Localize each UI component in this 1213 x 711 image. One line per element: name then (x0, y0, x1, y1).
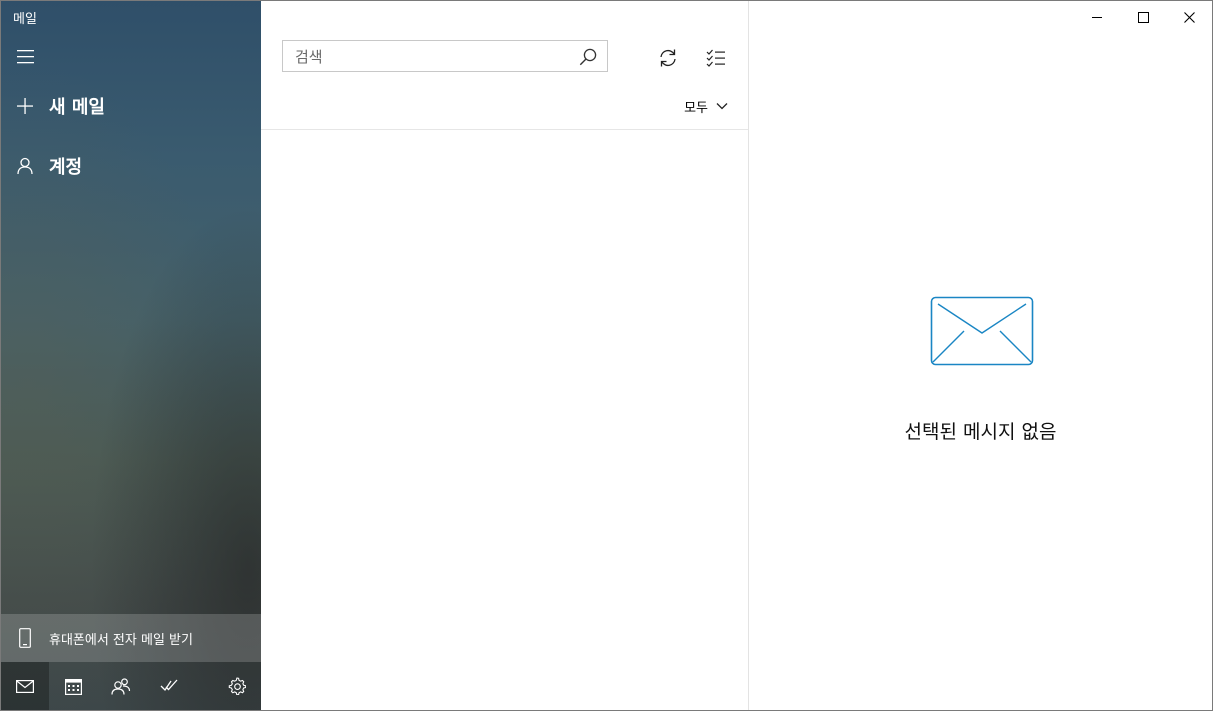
close-icon (1183, 11, 1195, 23)
get-mail-on-phone-button[interactable]: 휴대폰에서 전자 메일 받기 (1, 614, 261, 662)
settings-nav-button[interactable] (213, 662, 261, 710)
mail-icon (16, 679, 34, 693)
hamburger-menu-button[interactable] (10, 43, 42, 71)
search-box (282, 40, 608, 73)
new-mail-button[interactable]: 새 메일 (1, 82, 261, 130)
envelope-icon (930, 296, 1034, 370)
hamburger-icon (17, 50, 34, 64)
new-mail-label: 새 메일 (49, 97, 105, 118)
todo-nav-button[interactable] (145, 662, 193, 710)
filter-dropdown[interactable]: 모두 (684, 95, 728, 117)
plus-icon (1, 97, 49, 115)
accounts-label: 계정 (49, 157, 83, 178)
phone-promo-label: 휴대폰에서 전자 메일 받기 (49, 632, 193, 648)
mail-window: 메일 새 메일 계정 휴대폰에서 전자 메일 받기 검색 모두 선택된 메시지 … (0, 0, 1213, 711)
mail-nav-button[interactable] (1, 662, 49, 710)
maximize-icon (1137, 11, 1149, 23)
search-button[interactable] (577, 46, 599, 68)
reading-pane: 선택된 메시지 없음 (749, 1, 1212, 710)
minimize-button[interactable] (1074, 1, 1120, 33)
accounts-button[interactable]: 계정 (1, 142, 261, 190)
no-message-selected-text: 선택된 메시지 없음 (904, 421, 1057, 443)
sidebar: 메일 새 메일 계정 휴대폰에서 전자 메일 받기 (1, 1, 261, 710)
maximize-button[interactable] (1120, 1, 1166, 33)
selection-mode-button[interactable] (701, 43, 731, 73)
sync-icon (660, 49, 676, 67)
sync-button[interactable] (653, 43, 683, 73)
message-list-pane: 모두 (261, 1, 749, 710)
calendar-icon (64, 678, 82, 695)
phone-icon (1, 628, 49, 648)
search-icon (579, 48, 597, 66)
list-divider (261, 129, 748, 130)
checklist-icon (706, 49, 725, 67)
app-title: 메일 (13, 12, 37, 27)
search-input[interactable] (293, 41, 577, 73)
minimize-icon (1092, 17, 1102, 18)
people-nav-button[interactable] (97, 662, 145, 710)
chevron-down-icon (716, 103, 728, 110)
filter-label: 모두 (684, 100, 708, 116)
calendar-nav-button[interactable] (49, 662, 97, 710)
close-button[interactable] (1166, 1, 1212, 33)
gear-icon (228, 677, 246, 695)
todo-icon (160, 679, 178, 692)
people-icon (111, 677, 131, 695)
app-switcher-bar (1, 662, 261, 710)
person-icon (1, 157, 49, 175)
